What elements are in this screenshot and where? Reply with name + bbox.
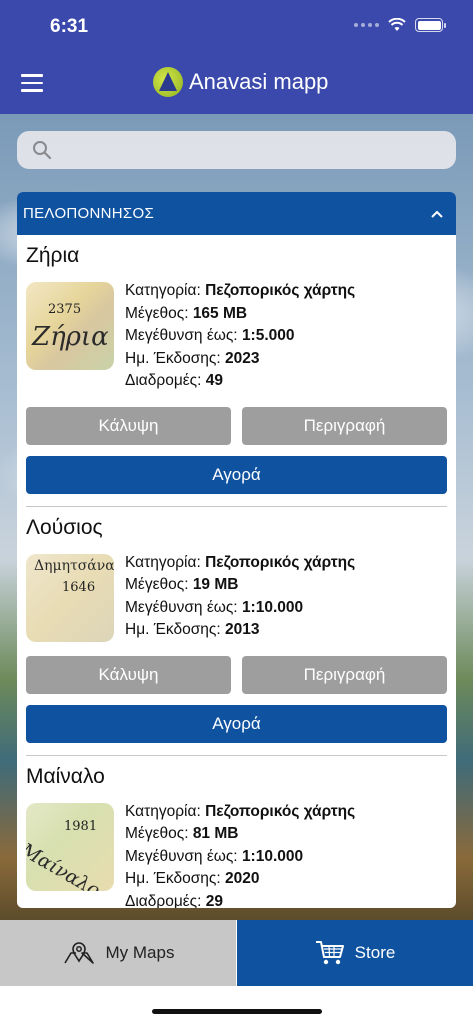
app-bar: Anavasi mapp xyxy=(0,54,473,114)
size-value: 19 MB xyxy=(192,576,239,593)
map-details: Κατηγορία: Πεζοπορικός χάρτης Μέγεθος: 1… xyxy=(125,553,356,639)
category-value: Πεζοπορικός χάρτης xyxy=(205,282,356,299)
thumbnail-number: 1646 xyxy=(62,579,96,595)
map-item: Ζήρια 2375 Ζήρια Κατηγορία: Πεζοπορικός … xyxy=(17,235,456,494)
search-input[interactable] xyxy=(61,135,441,165)
release-value: 2013 xyxy=(224,621,260,638)
app-title: Anavasi mapp xyxy=(189,69,329,94)
map-pin-icon xyxy=(63,942,94,964)
tab-my-maps[interactable]: My Maps xyxy=(0,920,236,986)
map-details: Κατηγορία: Πεζοπορικός χάρτης Μέγεθος: 8… xyxy=(125,802,356,909)
thumbnail-name: Δημητσάνα xyxy=(34,557,114,574)
region-panel: ΠΕΛΟΠΟΝΝΗΣΟΣ Ζήρια 2375 Ζήρια Κατηγορία:… xyxy=(17,192,456,908)
routes-value: 49 xyxy=(205,372,224,389)
wifi-icon xyxy=(388,18,406,31)
coverage-button[interactable]: Κάλυψη xyxy=(26,655,231,694)
map-title: Μαίναλο xyxy=(26,764,105,788)
release-value: 2020 xyxy=(224,870,260,887)
menu-icon[interactable] xyxy=(21,74,43,92)
description-button[interactable]: Περιγραφή xyxy=(242,406,447,445)
category-value: Πεζοπορικός χάρτης xyxy=(205,553,356,571)
home-indicator-area xyxy=(0,986,473,1024)
map-item: Μαίναλο 1981 Μαίναλο Κατηγορία: Πεζοπορι… xyxy=(17,756,456,909)
buy-button[interactable]: Αγορά xyxy=(26,455,447,494)
tab-store[interactable]: Store xyxy=(236,920,473,986)
tab-my-maps-label: My Maps xyxy=(105,943,175,962)
routes-value: 29 xyxy=(205,892,224,909)
tab-store-label: Store xyxy=(354,943,396,962)
region-header[interactable]: ΠΕΛΟΠΟΝΝΗΣΟΣ xyxy=(17,192,456,235)
map-thumbnail[interactable]: Δημητσάνα 1646 xyxy=(26,553,114,642)
description-button[interactable]: Περιγραφή xyxy=(242,655,447,694)
map-title: Ζήρια xyxy=(26,244,80,267)
buy-button[interactable]: Αγορά xyxy=(26,704,447,743)
release-value: 2023 xyxy=(224,349,260,367)
thumbnail-name: Μαίναλο xyxy=(26,838,104,891)
thumbnail-number: 1981 xyxy=(64,818,98,834)
map-details: Κατηγορία: Πεζοπορικός χάρτης Μέγεθος: 1… xyxy=(125,282,356,389)
chevron-up-icon[interactable] xyxy=(430,207,444,221)
zoom-value: 1:10.000 xyxy=(241,598,304,616)
cellular-signal-icon xyxy=(354,23,379,27)
size-value: 81 MB xyxy=(192,825,239,842)
search-bar[interactable] xyxy=(17,131,456,169)
anavasi-logo-icon xyxy=(153,67,183,97)
zoom-value: 1:10.000 xyxy=(241,847,304,865)
size-value: 165 MB xyxy=(192,304,248,322)
map-thumbnail[interactable]: 2375 Ζήρια xyxy=(26,282,114,370)
home-indicator[interactable] xyxy=(152,1009,322,1014)
category-value: Πεζοπορικός χάρτης xyxy=(205,802,356,820)
shopping-cart-icon xyxy=(315,941,344,965)
zoom-value: 1:5.000 xyxy=(241,327,295,344)
map-thumbnail[interactable]: 1981 Μαίναλο xyxy=(26,802,114,891)
coverage-button[interactable]: Κάλυψη xyxy=(26,406,231,445)
brand: Anavasi mapp xyxy=(153,67,328,97)
search-icon xyxy=(33,141,52,160)
tab-bar: My Maps Store xyxy=(0,920,473,986)
thumbnail-name: Ζήρια xyxy=(32,322,109,352)
region-title: ΠΕΛΟΠΟΝΝΗΣΟΣ xyxy=(23,205,155,222)
status-icons xyxy=(354,18,446,32)
map-item: Λούσιος Δημητσάνα 1646 Κατηγορία: Πεζοπο… xyxy=(17,507,456,743)
battery-icon xyxy=(415,18,446,32)
status-time: 6:31 xyxy=(50,16,89,37)
map-title: Λούσιος xyxy=(26,515,103,539)
status-bar: 6:31 xyxy=(0,0,473,54)
thumbnail-number: 2375 xyxy=(48,302,82,317)
